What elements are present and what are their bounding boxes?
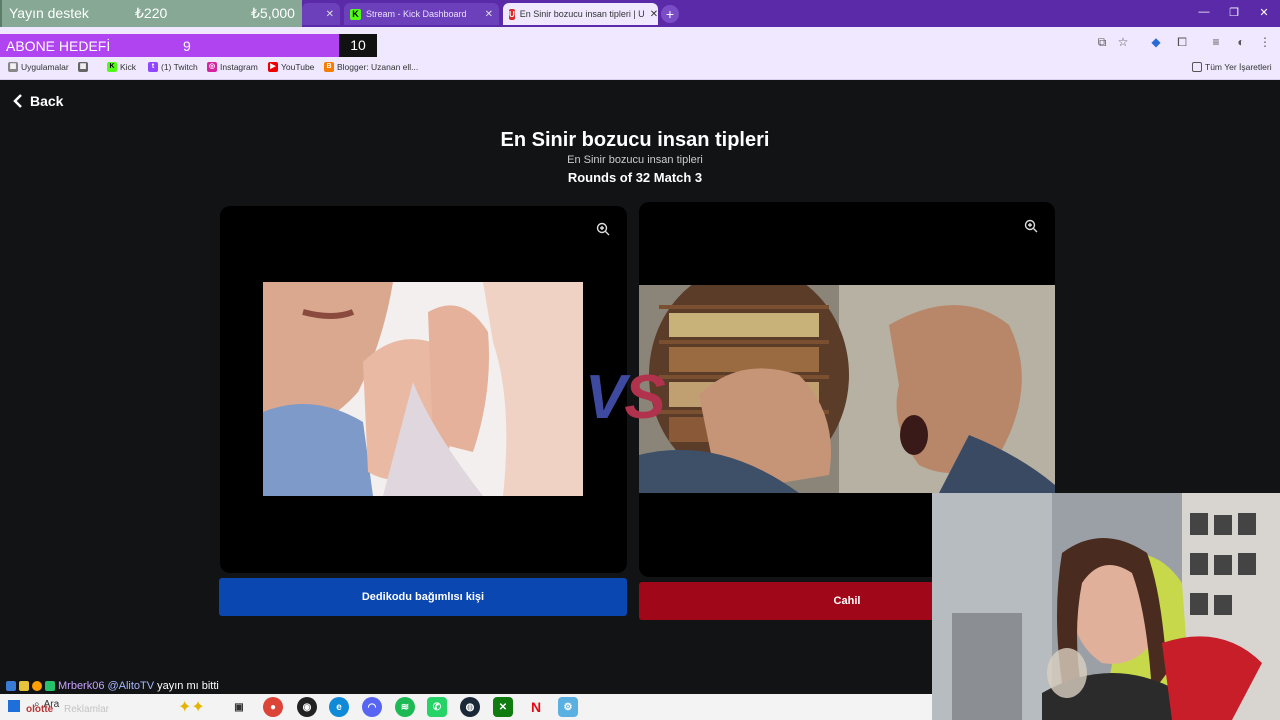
new-tab-button[interactable]: + xyxy=(661,5,679,23)
sub-goal-current: 9 xyxy=(183,38,191,54)
kick-icon: K xyxy=(107,62,117,72)
windows-start-icon[interactable] xyxy=(8,700,20,712)
xbox-icon[interactable]: ✕ xyxy=(493,697,513,717)
edge-icon[interactable]: e xyxy=(329,697,349,717)
instagram-icon: ◎ xyxy=(207,62,217,72)
bookmark-twitch[interactable]: t (1) Twitch xyxy=(148,62,198,72)
profile-avatar-icon[interactable]: ◐ xyxy=(1233,35,1249,49)
kick-icon: K xyxy=(350,8,361,20)
support-goal-widget: Yayın destek ₺220 ₺5,000 xyxy=(0,0,302,27)
badge-icon xyxy=(6,681,16,691)
discord-icon[interactable]: ◠ xyxy=(362,697,382,717)
obs-icon[interactable]: ◉ xyxy=(297,697,317,717)
blogger-icon: B xyxy=(324,62,334,72)
task-view-icon[interactable]: ▣ xyxy=(229,697,249,717)
page-subtitle: En Sinir bozucu insan tipleri xyxy=(567,154,703,166)
close-window-icon[interactable]: ✕ xyxy=(1254,6,1274,19)
twitch-icon: t xyxy=(148,62,158,72)
back-label: Back xyxy=(30,93,64,109)
page-title: En Sinir bozucu insan tipleri xyxy=(500,129,770,151)
bookmark-grid[interactable]: ▦ xyxy=(78,62,88,72)
support-label: Yayın destek xyxy=(9,5,89,21)
copilot-sparkle-icon[interactable]: ✦✦ xyxy=(178,697,205,717)
chat-message: Mrberk06 @AlitoTV yayın mı bitti xyxy=(6,680,219,692)
folder-icon xyxy=(1192,62,1202,72)
bookmark-label: Kick xyxy=(120,62,137,72)
gossip-photo[interactable] xyxy=(263,282,583,496)
chat-username: Mrberk06 xyxy=(58,680,105,692)
chat-mention: @AlitoTV xyxy=(107,680,155,692)
chat-text: yayın mı bitti xyxy=(157,680,219,692)
steam-icon[interactable]: ◍ xyxy=(460,697,480,717)
sub-goal-target: 10 xyxy=(339,34,377,57)
tab-label: En Sinir bozucu insan tipleri | U xyxy=(519,9,645,19)
badge-icon xyxy=(19,681,29,691)
settings-gear-icon[interactable]: ⚙ xyxy=(558,697,578,717)
bookmark-label: Instagram xyxy=(220,62,258,72)
bookmark-label: Blogger: Uzanan ell... xyxy=(337,62,419,72)
badge-icon xyxy=(32,681,42,691)
bookmark-label: Tüm Yer İşaretleri xyxy=(1205,62,1272,72)
netflix-icon[interactable]: N xyxy=(526,697,546,717)
bookmark-label: (1) Twitch xyxy=(161,62,198,72)
restore-icon[interactable]: ❐ xyxy=(1224,6,1244,19)
youtube-icon: ▶ xyxy=(268,62,278,72)
media-queue-icon[interactable]: ≡ xyxy=(1208,35,1224,49)
bookmark-label: YouTube xyxy=(281,62,315,72)
badge-icon xyxy=(45,681,55,691)
chrome-icon[interactable]: ● xyxy=(263,697,283,717)
whatsapp-icon[interactable]: ✆ xyxy=(427,697,447,717)
bookmark-youtube[interactable]: ▶ YouTube xyxy=(268,62,314,72)
extension-icon[interactable]: ◆ xyxy=(1148,35,1164,49)
apps-grid-icon: ▦ xyxy=(8,62,18,72)
menu-kebab-icon[interactable]: ⋮ xyxy=(1257,35,1273,49)
site-favicon-icon: U xyxy=(509,8,515,20)
tab-close-icon[interactable]: ✕ xyxy=(485,9,493,20)
bookmark-instagram[interactable]: ◎ Instagram xyxy=(207,62,258,72)
bookmark-apps[interactable]: ▦ Uygulamalar xyxy=(8,62,69,72)
extensions-puzzle-icon[interactable]: ⧠ xyxy=(1174,35,1190,50)
support-target: ₺5,000 xyxy=(251,5,295,21)
subscriber-goal-widget: ABONE HEDEFİ 9 10 xyxy=(0,34,377,57)
tab-label: Stream - Kick Dashboard xyxy=(366,9,467,19)
ignorant-person-photo[interactable] xyxy=(639,285,1055,493)
minimize-icon[interactable]: — xyxy=(1194,6,1214,18)
bookmark-label: Uygulamalar xyxy=(21,62,69,72)
overlay-watermark-2: Reklamlar xyxy=(64,704,110,715)
tab-close-icon[interactable]: ✕ xyxy=(326,9,334,20)
webcam-feed xyxy=(932,493,1280,720)
bookmark-kick[interactable]: K Kick xyxy=(107,62,136,72)
back-button[interactable]: Back xyxy=(12,93,63,109)
chevron-left-icon xyxy=(13,94,22,108)
grid-icon: ▦ xyxy=(78,62,88,72)
choose-left-button[interactable]: Dedikodu bağımlısı kişi xyxy=(219,578,627,616)
tab-kick-dashboard[interactable]: K Stream - Kick Dashboard ✕ xyxy=(344,3,499,25)
support-current: ₺220 xyxy=(135,5,168,21)
overlay-watermark: olotte xyxy=(26,704,54,715)
tab-close-icon[interactable]: ✕ xyxy=(650,9,658,20)
translate-icon[interactable]: ⧉ xyxy=(1094,35,1110,50)
bookmark-blogger[interactable]: B Blogger: Uzanan ell... xyxy=(324,62,418,72)
versus-label: VS xyxy=(585,362,666,433)
zoom-in-icon[interactable] xyxy=(1024,219,1038,236)
zoom-in-icon[interactable] xyxy=(596,222,610,239)
vs-s: S xyxy=(624,363,665,432)
spotify-icon[interactable]: ≋ xyxy=(395,697,415,717)
tab-current[interactable]: U En Sinir bozucu insan tipleri | U ✕ xyxy=(503,3,658,25)
bookmark-star-icon[interactable]: ☆ xyxy=(1115,35,1131,49)
tab-partial[interactable]: ✕ xyxy=(302,3,340,25)
vs-v: V xyxy=(585,363,626,432)
bookmark-all[interactable]: Tüm Yer İşaretleri xyxy=(1192,62,1272,72)
sub-goal-label: ABONE HEDEFİ xyxy=(6,38,111,54)
support-progress-bar xyxy=(0,0,2,27)
round-indicator: Rounds of 32 Match 3 xyxy=(567,170,703,185)
